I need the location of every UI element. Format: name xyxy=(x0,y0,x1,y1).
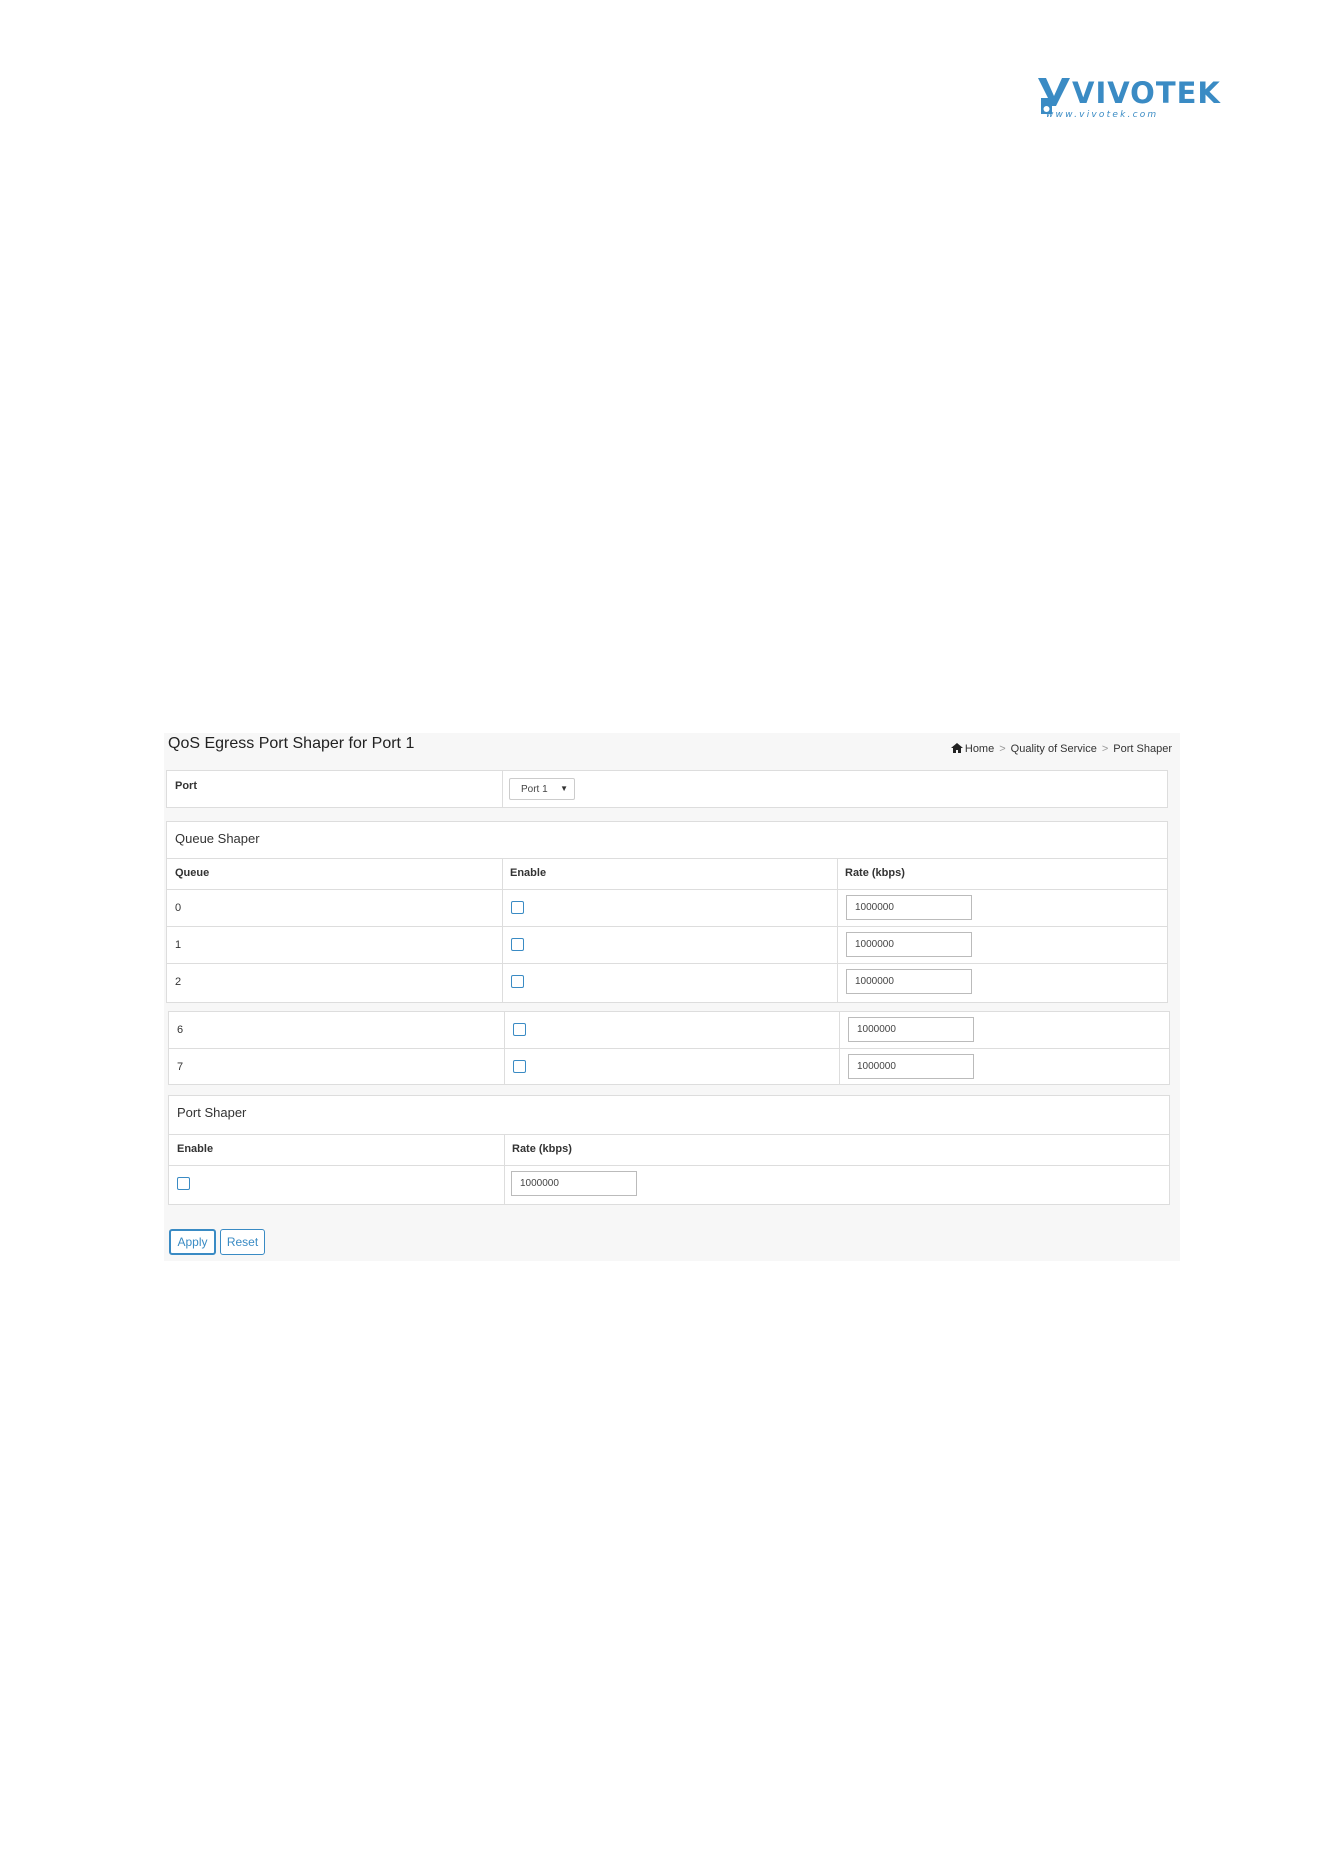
enable-column-header: Enable xyxy=(510,867,547,879)
row-divider xyxy=(167,858,1167,859)
breadcrumb-home[interactable]: Home xyxy=(965,743,994,755)
column-divider xyxy=(504,1134,505,1204)
queue-id: 7 xyxy=(177,1061,184,1073)
column-divider xyxy=(502,858,503,1002)
queue-rate-input[interactable] xyxy=(848,1054,974,1079)
vivotek-logo: VIVOTEK www.vivotek.com xyxy=(1036,76,1220,124)
port-rate-column-header: Rate (kbps) xyxy=(512,1143,572,1155)
queue-column-header: Queue xyxy=(175,867,210,879)
queue-enable-checkbox[interactable] xyxy=(511,901,524,914)
row-divider xyxy=(169,1048,1169,1049)
breadcrumb: Home > Quality of Service > Port Shaper xyxy=(950,743,1172,756)
column-divider xyxy=(504,1012,505,1084)
port-enable-checkbox[interactable] xyxy=(177,1177,190,1190)
page-title: QoS Egress Port Shaper for Port 1 xyxy=(168,735,415,752)
queue-shaper-table-continued: 6 7 xyxy=(168,1011,1170,1085)
rate-column-header: Rate (kbps) xyxy=(845,867,905,879)
port-label: Port xyxy=(175,780,197,792)
breadcrumb-separator: > xyxy=(1101,743,1109,755)
port-shaper-table: Port Shaper Enable Rate (kbps) xyxy=(168,1095,1170,1205)
queue-enable-checkbox[interactable] xyxy=(511,938,524,951)
queue-id: 2 xyxy=(175,976,182,988)
port-rate-input[interactable] xyxy=(511,1171,637,1196)
port-shaper-panel: QoS Egress Port Shaper for Port 1 Home > Q… xyxy=(164,733,1180,1261)
logo-brand: VIVOTEK xyxy=(1072,76,1221,110)
queue-rate-input[interactable] xyxy=(846,932,972,957)
column-divider xyxy=(502,771,503,807)
column-divider xyxy=(839,1012,840,1084)
queue-shaper-table: Queue Shaper Queue Enable Rate (kbps) 0 … xyxy=(166,821,1168,1003)
queue-shaper-title: Queue Shaper xyxy=(175,831,260,846)
port-select-value: Port 1 xyxy=(521,784,548,795)
row-divider xyxy=(167,926,1167,927)
logo-url: www.vivotek.com xyxy=(1046,110,1159,120)
row-divider xyxy=(169,1165,1169,1166)
reset-button[interactable]: Reset xyxy=(220,1229,265,1255)
port-select-row: Port Port 1 ▼ xyxy=(166,770,1168,808)
queue-rate-input[interactable] xyxy=(846,969,972,994)
apply-button[interactable]: Apply xyxy=(169,1229,216,1255)
queue-enable-checkbox[interactable] xyxy=(513,1060,526,1073)
chevron-down-icon: ▼ xyxy=(560,784,568,793)
queue-enable-checkbox[interactable] xyxy=(513,1023,526,1036)
row-divider xyxy=(167,889,1167,890)
breadcrumb-section[interactable]: Quality of Service xyxy=(1011,743,1097,755)
port-shaper-title: Port Shaper xyxy=(177,1105,247,1120)
queue-id: 0 xyxy=(175,902,182,914)
queue-rate-input[interactable] xyxy=(846,895,972,920)
queue-id: 1 xyxy=(175,939,182,951)
queue-id: 6 xyxy=(177,1024,184,1036)
port-enable-column-header: Enable xyxy=(177,1143,214,1155)
home-icon xyxy=(950,743,963,756)
port-select[interactable]: Port 1 ▼ xyxy=(509,778,575,800)
breadcrumb-separator: > xyxy=(999,743,1006,755)
row-divider xyxy=(169,1134,1169,1135)
row-divider xyxy=(167,963,1167,964)
breadcrumb-current: Port Shaper xyxy=(1113,743,1172,755)
queue-rate-input[interactable] xyxy=(848,1017,974,1042)
column-divider xyxy=(837,858,838,1002)
queue-enable-checkbox[interactable] xyxy=(511,975,524,988)
